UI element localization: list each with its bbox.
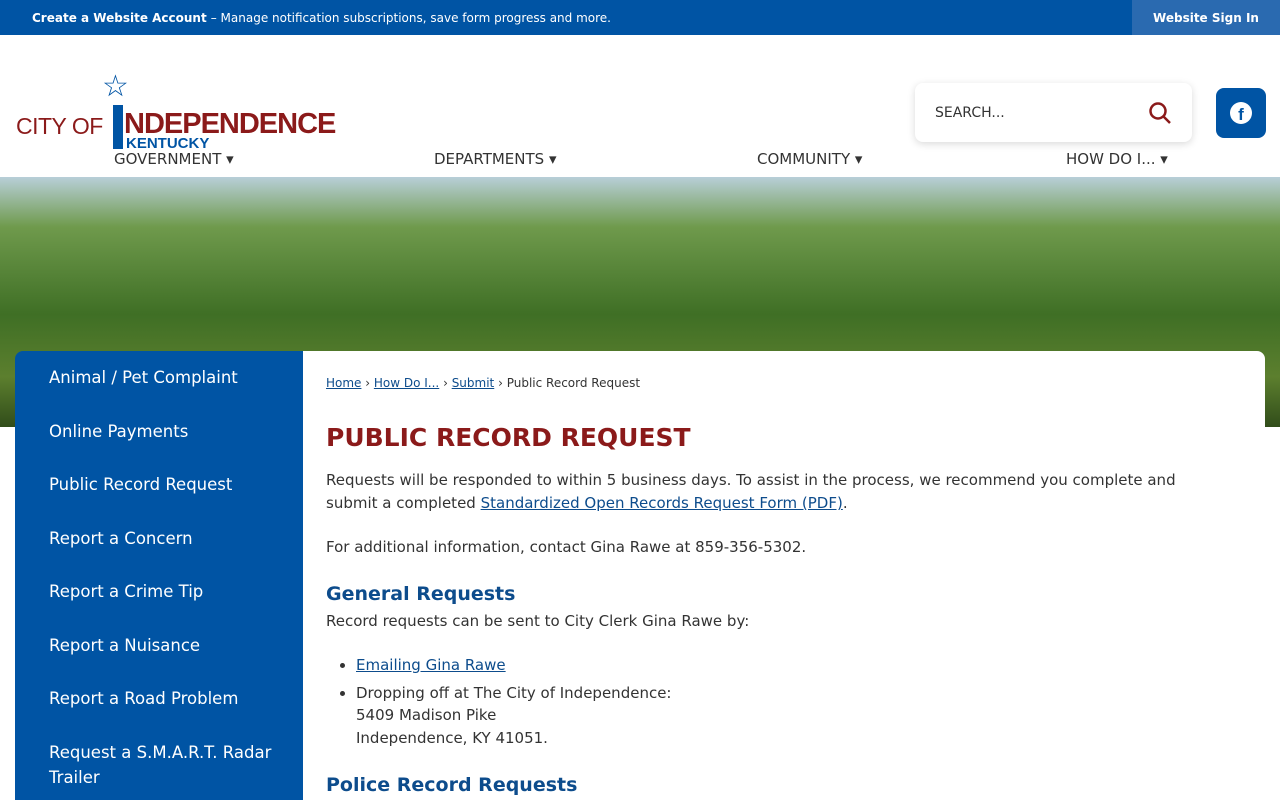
police-heading: Police Record Requests	[326, 774, 578, 796]
star-icon: ☆	[102, 69, 129, 104]
general-heading: General Requests	[326, 583, 516, 605]
nav-how-do-i[interactable]: HOW DO I... ▾	[1066, 150, 1168, 168]
records-form-link[interactable]: Standardized Open Records Request Form (…	[481, 494, 843, 512]
breadcrumb-current: Public Record Request	[506, 376, 641, 390]
page-title: PUBLIC RECORD REQUEST	[326, 423, 691, 452]
breadcrumb-home[interactable]: Home	[326, 376, 361, 390]
breadcrumb: Home › How Do I... › Submit › Public Rec…	[326, 376, 641, 390]
request-methods: Emailing Gina Rawe Dropping off at The C…	[356, 654, 671, 749]
create-account-desc: – Manage notification subscriptions, sav…	[210, 10, 611, 25]
nav-departments[interactable]: DEPARTMENTS ▾	[434, 150, 557, 168]
sidebar-item-road[interactable]: Report a Road Problem	[49, 686, 238, 711]
address-line-1: 5409 Madison Pike	[356, 706, 497, 724]
svg-text:f: f	[1238, 105, 1244, 124]
breadcrumb-submit[interactable]: Submit	[452, 376, 495, 390]
sidebar-item-nuisance[interactable]: Report a Nuisance	[49, 633, 200, 658]
nav-community[interactable]: COMMUNITY ▾	[757, 150, 862, 168]
nav-government[interactable]: GOVERNMENT ▾	[114, 150, 234, 168]
header: ☆ CITY OF NDEPENDENCE KENTUCKY SEARCH...…	[0, 35, 1280, 177]
sidebar-item-animal[interactable]: Animal / Pet Complaint	[49, 365, 238, 390]
search-input[interactable]: SEARCH...	[915, 83, 1192, 142]
main-content: Home › How Do I... › Submit › Public Rec…	[303, 351, 1265, 800]
top-bar: Create a Website Account – Manage notifi…	[0, 0, 1280, 35]
create-account-link[interactable]: Create a Website Account	[32, 11, 207, 25]
sidebar-item-radar[interactable]: Request a S.M.A.R.T. Radar Trailer	[49, 740, 279, 790]
sidebar-item-public-record[interactable]: Public Record Request	[49, 472, 232, 497]
sidebar-item-payments[interactable]: Online Payments	[49, 419, 188, 444]
contact-text: For additional information, contact Gina…	[326, 538, 807, 556]
search-placeholder: SEARCH...	[935, 104, 1005, 121]
intro-text: Requests will be responded to within 5 b…	[326, 471, 1176, 512]
sidebar-item-concern[interactable]: Report a Concern	[49, 526, 193, 551]
dropoff-text: Dropping off at The City of Independence…	[356, 683, 672, 702]
logo-city: CITY OF	[16, 113, 103, 139]
list-item: Emailing Gina Rawe	[356, 654, 671, 677]
search-icon[interactable]	[1148, 101, 1172, 125]
main-nav: GOVERNMENT ▾ DEPARTMENTS ▾ COMMUNITY ▾ H…	[0, 140, 1280, 177]
breadcrumb-how-do-i[interactable]: How Do I...	[374, 376, 439, 390]
sidebar-item-crime-tip[interactable]: Report a Crime Tip	[49, 579, 203, 604]
email-link[interactable]: Emailing Gina Rawe	[356, 656, 506, 674]
sidebar: Animal / Pet Complaint Online Payments P…	[15, 351, 303, 800]
address-line-2: Independence, KY 41051.	[356, 728, 548, 747]
list-item: Dropping off at The City of Independence…	[356, 682, 671, 750]
general-text: Record requests can be sent to City Cler…	[326, 612, 750, 630]
facebook-icon[interactable]: f	[1216, 88, 1266, 138]
sign-in-button[interactable]: Website Sign In	[1132, 0, 1280, 35]
